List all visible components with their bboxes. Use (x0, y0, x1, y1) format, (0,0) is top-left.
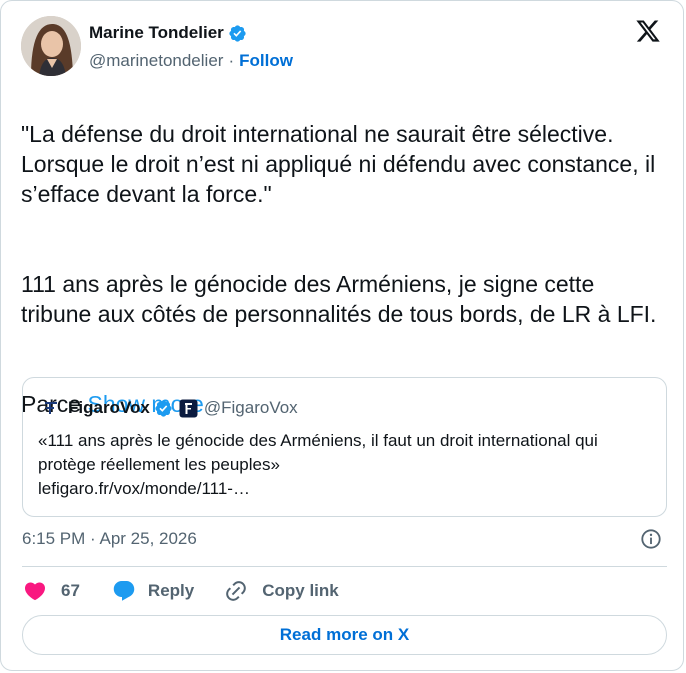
quoted-tweet[interactable]: FigaroVox @FigaroVox «111 ans après le g… (22, 377, 667, 517)
link-icon (226, 581, 247, 601)
author-info: Marine Tondelier @marinetondelier · Foll… (89, 22, 293, 71)
copy-link-label: Copy link (262, 581, 339, 600)
copy-link-button[interactable]: Copy link (224, 579, 339, 603)
info-icon[interactable] (640, 528, 662, 550)
heart-icon (24, 582, 46, 601)
avatar[interactable] (21, 16, 81, 76)
tweet-paragraph: 111 ans après le génocide des Arméniens,… (21, 271, 657, 327)
quoted-author-handle[interactable]: @FigaroVox (204, 398, 298, 418)
tweet-timestamp[interactable]: 6:15 PM · Apr 25, 2026 (22, 529, 197, 549)
author-handle[interactable]: @marinetondelier (89, 51, 223, 71)
divider (22, 566, 667, 567)
x-logo-icon[interactable] (635, 18, 661, 44)
author-name-row: Marine Tondelier (89, 22, 293, 44)
separator-dot: · (228, 51, 235, 70)
tweet-header: Marine Tondelier @marinetondelier · Foll… (21, 16, 663, 78)
author-handle-row: @marinetondelier · Follow (89, 51, 293, 71)
like-count: 67 (61, 581, 80, 600)
figaro-logo-icon (45, 402, 57, 414)
reply-button[interactable]: Reply (112, 579, 194, 603)
reply-bubble-icon (113, 581, 135, 601)
quoted-tweet-header: FigaroVox @FigaroVox (42, 397, 298, 419)
affiliate-badge-icon (179, 399, 198, 417)
read-more-button[interactable]: Read more on X (22, 615, 667, 655)
author-name[interactable]: Marine Tondelier (89, 23, 224, 43)
quoted-tweet-link[interactable]: lefigaro.fr/vox/monde/111-… (38, 477, 658, 501)
quoted-author-name[interactable]: FigaroVox (68, 398, 150, 418)
follow-button[interactable]: Follow (239, 51, 293, 71)
quoted-tweet-body: «111 ans après le génocide des Arméniens… (38, 431, 598, 474)
verified-badge-icon (155, 399, 172, 417)
tweet-paragraph: "La défense du droit international ne sa… (21, 121, 656, 207)
tweet-card: Marine Tondelier @marinetondelier · Foll… (0, 0, 684, 671)
verified-badge-icon (229, 24, 246, 42)
reply-label: Reply (147, 581, 195, 600)
like-button[interactable]: 67 (23, 579, 80, 603)
action-bar: 67 Reply Copy link (23, 577, 339, 605)
quoted-tweet-text: «111 ans après le génocide des Arméniens… (38, 429, 658, 501)
avatar-portrait-icon (21, 16, 81, 76)
